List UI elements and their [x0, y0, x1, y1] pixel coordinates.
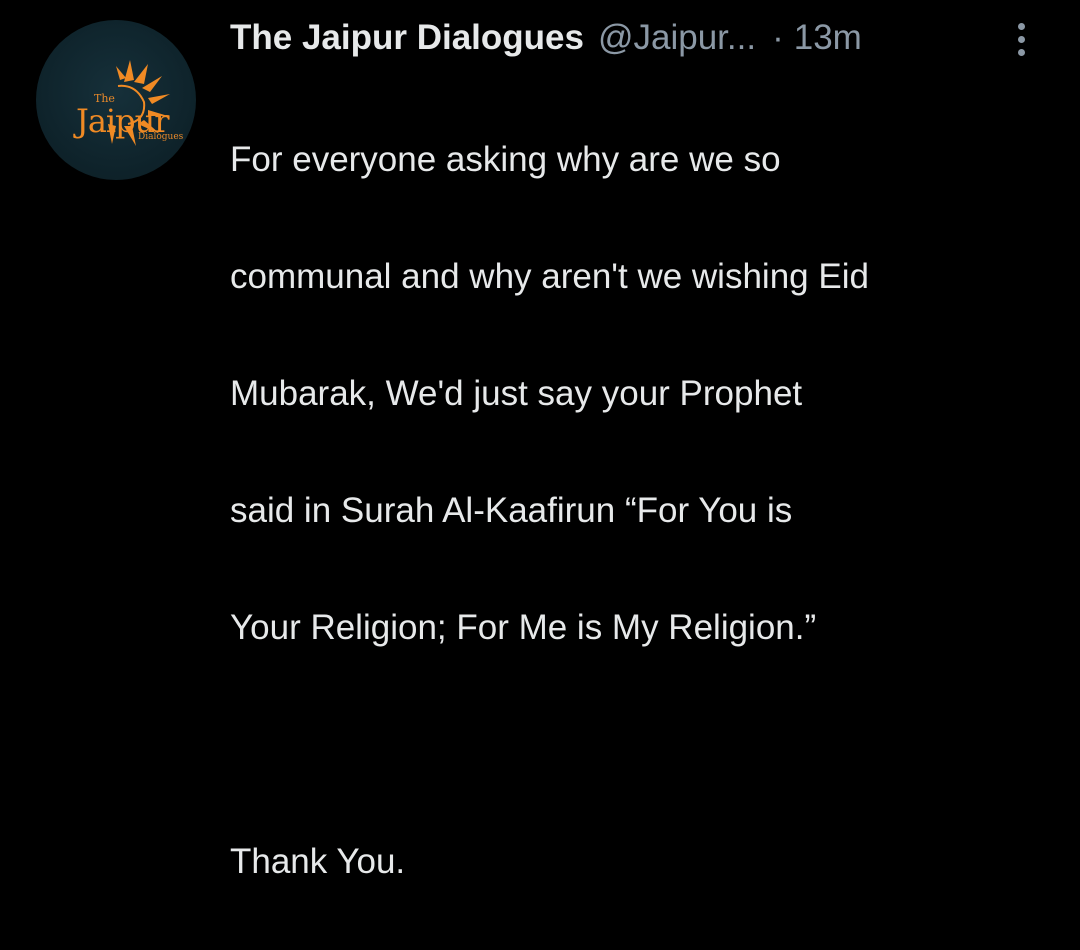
- more-dot: [1018, 23, 1025, 30]
- avatar[interactable]: The Jaipur Dialogues: [36, 20, 196, 180]
- tweet-text: For everyone asking why are we so commun…: [230, 72, 1060, 950]
- more-dot: [1018, 36, 1025, 43]
- more-vertical-icon[interactable]: [1006, 16, 1036, 60]
- tweet-text-line: said in Surah Al-Kaafirun “For You is: [230, 490, 793, 530]
- tweet-header: The Jaipur Dialogues @Jaipur... · 13m: [230, 16, 862, 60]
- tweet-text-line: communal and why aren't we wishing Eid: [230, 256, 869, 296]
- user-handle[interactable]: @Jaipur...: [598, 18, 756, 58]
- separator-dot: ·: [772, 18, 784, 57]
- tweet-text-line: Mubarak, We'd just say your Prophet: [230, 373, 803, 413]
- tweet[interactable]: The Jaipur Dialogues The Jaipur Dialogue…: [0, 0, 1080, 881]
- tweet-text-line: For everyone asking why are we so: [230, 139, 781, 179]
- avatar-logo-sub-text: Dialogues: [138, 132, 184, 142]
- sun-logo-icon: [108, 60, 170, 146]
- display-name[interactable]: The Jaipur Dialogues: [230, 18, 584, 58]
- timestamp[interactable]: 13m: [794, 18, 862, 58]
- tweet-text-line: [230, 716, 1060, 775]
- tweet-text-line: Your Religion; For Me is My Religion.”: [230, 607, 817, 647]
- tweet-text-line: Thank You.: [230, 841, 406, 881]
- more-dot: [1018, 49, 1025, 56]
